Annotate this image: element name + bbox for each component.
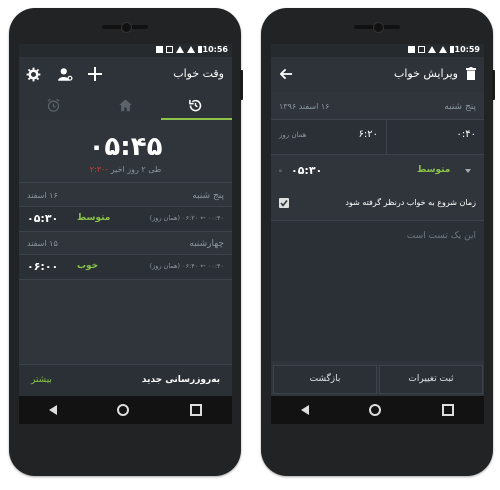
day-name: پنج شنبه xyxy=(444,102,476,112)
back-arrow-icon[interactable] xyxy=(280,68,293,80)
tab-bar xyxy=(19,92,232,120)
system-nav-bar xyxy=(19,396,232,424)
wifi-icon xyxy=(176,46,184,53)
status-bar: 10:59 xyxy=(271,44,484,57)
settings-icon[interactable] xyxy=(26,67,41,82)
action-buttons: بازگشت ثبت تغییرات xyxy=(271,365,484,396)
right-screen: 10:59 ویرایش خواب پنج شنبه ۱۶ اسفند ۱۳۹۶… xyxy=(271,44,484,424)
same-day-label: همان روز xyxy=(279,131,307,139)
home-nav-icon[interactable] xyxy=(369,404,382,416)
more-link[interactable]: بیشتر xyxy=(31,375,52,385)
average-sleep-time: ۰۵:۴۵ xyxy=(88,132,163,162)
signal-icon xyxy=(187,46,195,53)
record-range: ۰۰:۴۰ ← ۰۶:۲۰ (همان روز) xyxy=(149,214,224,222)
home-icon[interactable] xyxy=(118,98,133,112)
sleep-record-row[interactable]: ۰۵:۳۰ متوسط ۰۰:۴۰ ← ۰۶:۲۰ (همان روز) xyxy=(19,206,232,232)
day-date: ۱۶ اسفند xyxy=(27,191,58,200)
user-settings-icon[interactable] xyxy=(57,67,73,82)
home-nav-icon[interactable] xyxy=(117,404,130,416)
divider xyxy=(19,182,232,183)
day-date: ۱۵ اسفند xyxy=(27,239,58,248)
back-button[interactable]: بازگشت xyxy=(273,365,377,394)
note-text: این یک تست است xyxy=(406,231,476,241)
status-time: 10:56 xyxy=(202,45,228,54)
save-button-label: ثبت تغییرات xyxy=(408,374,454,384)
record-quality: متوسط xyxy=(77,213,111,223)
check-icon xyxy=(280,200,288,207)
end-time-value: ۶:۲۰ xyxy=(358,129,378,140)
nfc-icon xyxy=(156,46,163,53)
app-bar: ویرایش خواب xyxy=(271,57,484,92)
status-bar: 10:56 xyxy=(19,44,232,57)
left-screen: 10:56 وقت خواب ۰۵:۴۵ طی ۲ روز اخیر -۲:۳۰… xyxy=(19,44,232,424)
system-nav-bar xyxy=(271,396,484,424)
delete-icon[interactable] xyxy=(466,67,476,80)
quality-value: متوسط xyxy=(417,165,451,175)
record-duration: ۰۶:۰۰ xyxy=(27,260,59,273)
add-icon[interactable] xyxy=(88,67,102,81)
record-duration: ۰۵:۳۰ xyxy=(27,212,59,225)
page-title: ویرایش خواب xyxy=(394,67,458,80)
day-date: ۱۶ اسفند ۱۳۹۶ xyxy=(279,102,330,111)
quality-select[interactable]: متوسط xyxy=(381,161,471,181)
duration-value: ۰۵:۳۰ xyxy=(291,164,323,177)
nfc-icon xyxy=(408,46,415,53)
active-tab-indicator xyxy=(161,118,232,120)
front-camera xyxy=(121,22,132,33)
back-button-label: بازگشت xyxy=(309,374,341,384)
day-name: پنج شنبه xyxy=(192,191,224,201)
save-changes-button[interactable]: ثبت تغییرات xyxy=(379,365,483,394)
signal-icon xyxy=(439,46,447,53)
quality-row: ۰۵:۳۰ ه متوسط xyxy=(271,159,484,183)
checkbox-label: زمان شروع به خواب درنظر گرفته شود xyxy=(345,198,476,207)
back-nav-icon[interactable] xyxy=(49,405,58,415)
summary-delta: -۲:۳۰ xyxy=(89,165,109,174)
left-side-button xyxy=(240,70,243,100)
back-nav-icon[interactable] xyxy=(301,405,310,415)
vibrate-icon xyxy=(166,46,173,53)
bottom-bar: بیشتر به‌روزرسانی جدید xyxy=(19,364,232,397)
alarm-icon[interactable] xyxy=(46,98,61,113)
status-time: 10:59 xyxy=(454,45,480,54)
summary-line: طی ۲ روز اخیر -۲:۳۰ xyxy=(19,165,232,174)
end-time-field[interactable]: ۶:۲۰ همان روز xyxy=(271,120,387,154)
recent-apps-icon[interactable] xyxy=(441,404,454,416)
right-side-button xyxy=(492,70,495,100)
page-title: وقت خواب xyxy=(173,67,224,80)
note-field[interactable]: این یک تست است xyxy=(271,220,484,361)
vibrate-icon xyxy=(418,46,425,53)
record-range: ۰۰:۴۰ ← ۰۶:۴۰ (همان روز) xyxy=(149,262,224,270)
app-bar: وقت خواب xyxy=(19,57,232,92)
checkbox-row[interactable]: زمان شروع به خواب درنظر گرفته شود xyxy=(271,193,484,215)
time-fields-row: ۶:۲۰ همان روز ۰:۴۰ xyxy=(271,119,484,155)
front-camera xyxy=(373,22,384,33)
start-time-field[interactable]: ۰:۴۰ xyxy=(387,120,484,154)
update-label: به‌روزرسانی جدید xyxy=(141,375,220,385)
duration-suffix: ه xyxy=(279,167,283,174)
start-time-value: ۰:۴۰ xyxy=(456,129,476,140)
day-name: چهارشنبه xyxy=(189,239,224,249)
battery-icon xyxy=(450,46,454,53)
sleep-record-row[interactable]: ۰۶:۰۰ خوب ۰۰:۴۰ ← ۰۶:۴۰ (همان روز) xyxy=(19,254,232,280)
summary-caption: طی ۲ روز اخیر xyxy=(110,165,162,174)
wifi-icon xyxy=(428,46,436,53)
sleep-start-checkbox[interactable] xyxy=(279,198,289,208)
chevron-down-icon xyxy=(465,169,471,173)
history-icon[interactable] xyxy=(188,98,203,113)
record-quality: خوب xyxy=(77,261,99,271)
recent-apps-icon[interactable] xyxy=(189,404,202,416)
battery-icon xyxy=(198,46,202,53)
